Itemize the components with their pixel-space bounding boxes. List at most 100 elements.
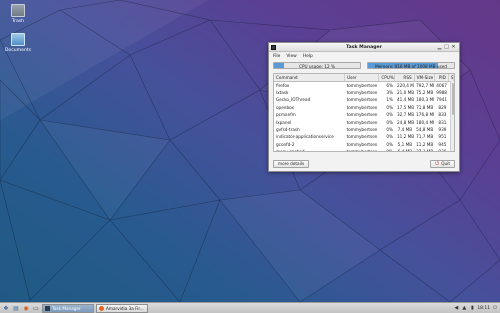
column-cpu-label: CPU% — [381, 75, 394, 80]
cell-command: lxpanel — [276, 119, 292, 125]
cell-vm-size: 792,7 MB — [416, 82, 435, 88]
minimize-button[interactable]: ▁ — [436, 44, 443, 51]
task-manager-window[interactable]: Task Manager ▁ □ ✕ File View Help CPU us… — [268, 42, 460, 172]
table-header-row: Command User CPU% ▾ RSS VM-Size PID S — [274, 74, 454, 82]
column-pid[interactable]: PID — [434, 74, 449, 82]
table-row[interactable]: openbox tommybertsen 0% 17,5 MB 71,8 MB 829 — [274, 104, 454, 111]
window-titlebar[interactable]: Task Manager ▁ □ ✕ — [269, 43, 459, 52]
cell-vm-size: 180,4 MB — [416, 119, 435, 125]
taskbar-task-label: Amarvidia 3a Fir... — [106, 305, 144, 311]
quit-icon: ⏻ — [435, 161, 440, 167]
column-cpu[interactable]: CPU% ▾ — [378, 74, 396, 82]
table-row[interactable]: lxpanel tommybertsen 0% 24,8 MB 180,4 MB 831 — [274, 118, 454, 125]
cell-pid: 936 — [438, 149, 447, 152]
menu-view[interactable]: View — [286, 54, 296, 60]
cell-user: tommybertsen — [346, 104, 378, 110]
cell-command: gvfsd-trash — [276, 127, 300, 133]
menu-file[interactable]: File — [273, 54, 280, 60]
cpu-usage-label: CPU usage: 12 % — [299, 64, 335, 69]
close-button[interactable]: ✕ — [450, 44, 457, 51]
table-row[interactable]: Gecko_IOThread tommybertsen 1% 41,4 MB 180,3… — [274, 96, 454, 103]
start-menu-icon[interactable]: ❖ — [2, 304, 10, 312]
cell-cpu: 0% — [386, 112, 393, 118]
cell-rss: 220,4 MB — [396, 82, 414, 88]
taskbar: ❖ ▤ ◉ ▭ Task Manager Amarvidia 3a Fir...… — [0, 302, 500, 313]
desktop-icon-trash[interactable]: Trash — [1, 4, 35, 24]
taskbar-task-task-manager[interactable]: Task Manager — [42, 303, 94, 313]
task-manager-icon — [45, 305, 50, 311]
table-row[interactable]: menu-cached tommybertsen 0% 6,4 MB 27,3 MB 93… — [274, 148, 454, 152]
cell-vm-size: 176,8 MB — [416, 112, 435, 118]
cell-command: firefox — [276, 82, 290, 88]
table-row[interactable]: gvfsd-trash tommybertsen 0% 7,4 MB 54,8 MB 93… — [274, 126, 454, 133]
cell-command: Gecko_IOThread — [276, 97, 311, 103]
cell-pid: 945 — [438, 141, 447, 147]
quit-button[interactable]: ⏻ Quit — [430, 160, 455, 168]
cell-rss: 6,4 MB — [397, 149, 413, 152]
menu-bar: File View Help — [269, 52, 459, 60]
table-row[interactable]: lxtask tommybertsen 3% 21,0 MB 75,2 MB 9988 — [274, 89, 454, 96]
maximize-button[interactable]: □ — [443, 44, 450, 51]
folder-icon — [11, 33, 25, 46]
cell-cpu: 0% — [386, 127, 393, 133]
clock[interactable]: 18:11 — [477, 306, 490, 311]
cell-cpu: 0% — [386, 119, 393, 125]
table-row[interactable]: gconfd-2 tommybertsen 0% 5,1 MB 11,2 MB 945 — [274, 141, 454, 148]
file-manager-icon[interactable]: ▤ — [12, 304, 20, 312]
table-scrollbar[interactable] — [450, 81, 454, 151]
cell-user: tommybertsen — [346, 82, 378, 88]
scrollbar-thumb[interactable] — [451, 83, 454, 115]
desktop-icon-documents[interactable]: Documents — [1, 33, 35, 53]
taskbar-task-label: Task Manager — [52, 305, 81, 311]
column-rss[interactable]: RSS — [394, 74, 415, 82]
cell-vm-size: 27,3 MB — [416, 149, 434, 152]
column-user[interactable]: User — [344, 74, 380, 82]
cell-pid: 951 — [438, 134, 447, 140]
cell-command: pcmanfm — [276, 112, 296, 118]
memory-usage-bar: Memory: 816 MB of 1008 MB used — [367, 62, 455, 69]
cell-user: tommybertsen — [346, 97, 378, 103]
cell-rss: 5,1 MB — [397, 141, 413, 147]
cell-rss: 41,4 MB — [396, 97, 415, 103]
process-table[interactable]: Command User CPU% ▾ RSS VM-Size PID S fi… — [273, 73, 455, 152]
more-details-label: more details — [278, 161, 305, 166]
cell-rss: 24,8 MB — [396, 119, 415, 125]
cell-pid: 4067 — [436, 82, 447, 88]
taskbar-task-firefox[interactable]: Amarvidia 3a Fir... — [96, 303, 148, 313]
column-vm-size[interactable]: VM-Size — [414, 74, 435, 82]
cell-command: indicator-applicationservice — [276, 134, 334, 140]
cell-pid: 7941 — [436, 97, 447, 103]
cell-rss: 21,0 MB — [396, 90, 415, 96]
cell-vm-size: 180,3 MB — [416, 97, 435, 103]
menu-help[interactable]: Help — [303, 54, 313, 60]
volume-icon[interactable]: ◀ — [453, 305, 459, 312]
cell-rss: 11,2 MB — [396, 134, 415, 140]
table-row[interactable]: pcmanfm tommybertsen 0% 32,7 MB 176,8 MB 833 — [274, 111, 454, 118]
cell-command: gconfd-2 — [276, 141, 295, 147]
cell-user: tommybertsen — [346, 90, 378, 96]
browser-icon[interactable]: ◉ — [22, 304, 30, 312]
cell-cpu: 1% — [386, 97, 393, 103]
cell-pid: 831 — [438, 119, 447, 125]
show-desktop-icon[interactable]: ▭ — [32, 304, 40, 312]
cell-user: tommybertsen — [346, 149, 378, 152]
cell-rss: 7,4 MB — [397, 127, 413, 133]
cell-user: tommybertsen — [346, 127, 378, 133]
more-details-button[interactable]: more details — [273, 160, 310, 168]
battery-icon[interactable]: ▮ — [469, 305, 475, 312]
desktop-icon-label: Documents — [4, 48, 32, 53]
cell-user: tommybertsen — [346, 112, 378, 118]
cell-cpu: 0% — [386, 134, 393, 140]
trash-icon — [11, 4, 25, 17]
cell-pid: 939 — [438, 127, 447, 133]
cell-user: tommybertsen — [346, 134, 378, 140]
column-command[interactable]: Command — [274, 74, 346, 82]
table-row[interactable]: firefox tommybertsen 6%220,4 MB792,7 MB406… — [274, 82, 454, 89]
cell-pid: 829 — [438, 104, 447, 110]
cell-cpu: 0% — [386, 104, 393, 110]
quit-label: Quit — [441, 161, 450, 166]
cell-command: menu-cached — [276, 149, 305, 152]
power-icon[interactable]: ⏻ — [492, 305, 498, 312]
table-row[interactable]: indicator-applicationservice tommybertsen… — [274, 133, 454, 140]
network-icon[interactable]: ▲ — [461, 305, 467, 312]
